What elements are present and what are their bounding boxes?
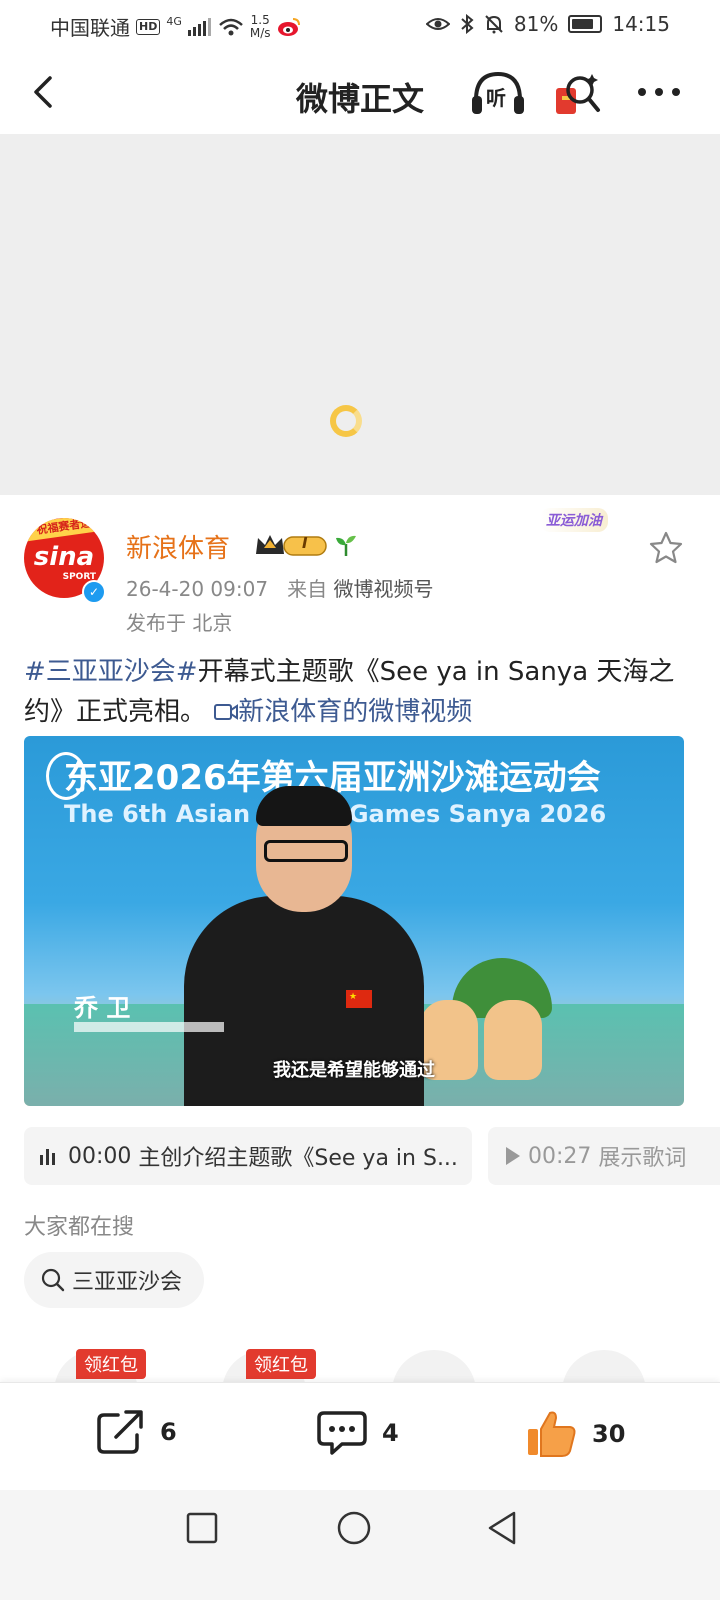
speed-unit: M/s [249,25,271,40]
share-icon [97,1410,143,1454]
red-packet-search-icon[interactable] [552,68,602,118]
more-options-icon[interactable] [634,74,684,110]
chapter-label: 主创介绍主题歌《See ya in S... [138,1146,458,1171]
loading-area [0,135,720,495]
bluetooth-icon [461,14,474,34]
action-bar: 6 4 30 [0,1382,720,1491]
chapter-time: 00:27 [528,1143,592,1169]
loading-spinner-icon [330,405,362,437]
like-count: 30 [592,1420,626,1448]
hashtag-link[interactable]: #三亚亚沙会# [24,657,198,687]
carrier-label: 中国联通 [50,16,130,40]
favorite-star-icon[interactable] [648,530,684,566]
back-nav-icon[interactable] [486,1510,518,1546]
person-hair [256,786,352,826]
video-link-icon [214,704,239,720]
comment-button[interactable]: 4 [316,1409,399,1457]
play-icon [506,1147,520,1165]
eye-icon [425,18,450,30]
post-text: #三亚亚沙会#开幕式主题歌《See ya in Sanya 天海之约》正式亮相。… [24,652,696,732]
member-level-badge: I [254,532,328,558]
audio-bars-icon [40,1147,62,1165]
status-left: 中国联通 HD 4G 1.5 M/s [50,12,301,41]
red-packet-label[interactable]: 领红包 [76,1349,146,1379]
system-nav-bar [0,1490,720,1600]
crown-icon [256,535,327,556]
chapter-label: 展示歌词 [598,1146,687,1171]
status-right: 81% 14:15 [425,12,670,36]
video-subtitle: 我还是希望能够通过 [273,1060,435,1081]
speed-value: 1.5 [250,12,270,27]
avatar-banner-text: 祝福赛者运 [24,518,104,542]
comment-icon [317,1411,367,1455]
status-bar: 中国联通 HD 4G 1.5 M/s 81% 14:15 [0,0,720,52]
verified-badge-icon: ✓ [82,580,106,604]
trending-heading: 大家都在搜 [24,1215,135,1240]
hd-icon: HD [136,18,161,35]
network-type: 4G [166,15,182,28]
event-badge[interactable]: 亚运加油 [540,508,608,532]
video-link-label: 新浪体育的微博视频 [238,697,473,727]
flag-icon: ★ [346,990,372,1008]
wifi-icon [219,18,243,35]
trending-search-chip[interactable]: 三亚亚沙会 [24,1252,205,1308]
signal-icon [187,17,211,36]
sprout-icon [336,535,356,556]
search-icon [41,1268,65,1292]
username[interactable]: 新浪体育 [126,528,230,565]
repost-count: 6 [160,1418,177,1446]
home-icon[interactable] [336,1510,372,1546]
video-link[interactable]: 新浪体育的微博视频 [214,697,472,727]
member-level-label: I [302,534,308,552]
trending-search-label: 三亚亚沙会 [72,1270,183,1295]
speaker-name-bar [74,1022,224,1032]
top-nav-bar: 微博正文 听 [0,52,720,135]
chapter-item[interactable]: 00:00 主创介绍主题歌《See ya in S... [24,1127,472,1185]
weibo-icon [277,17,300,36]
like-button[interactable]: 30 [526,1409,625,1459]
listen-button[interactable]: 听 [470,68,526,118]
video-player[interactable]: 东亚2026年第六届亚洲沙滩运动会 The 6th Asian Beach Ga… [24,736,684,1106]
chapter-item[interactable]: 00:27 展示歌词 [488,1127,720,1185]
post-source[interactable]: 微博视频号 [334,577,434,601]
page-title: 微博正文 [295,80,424,118]
post-date: 26-4-20 09:07 [126,577,269,601]
mute-bell-icon [485,15,503,34]
avatar-logo-text: sina [33,542,95,572]
from-label: 来自 [287,577,328,601]
repost-button[interactable]: 6 [96,1409,177,1455]
thumbs-up-icon [528,1411,576,1457]
avatar-sport-text: SPORT [62,572,96,582]
post-meta: 26-4-20 09:07 来自 微博视频号 [126,573,434,602]
network-speed: 1.5 M/s [249,12,271,40]
speaker-name: 乔 卫 [74,994,131,1022]
recent-apps-icon[interactable] [186,1512,218,1544]
battery-icon [568,15,603,33]
red-packet-label[interactable]: 领红包 [246,1349,316,1379]
glasses [264,840,348,862]
comment-count: 4 [382,1419,399,1447]
post-location: 发布于 北京 [126,611,233,635]
listen-label: 听 [486,86,506,110]
battery-percent: 81% [513,12,559,36]
clock: 14:15 [612,12,670,36]
chapter-time: 00:00 [68,1143,132,1169]
